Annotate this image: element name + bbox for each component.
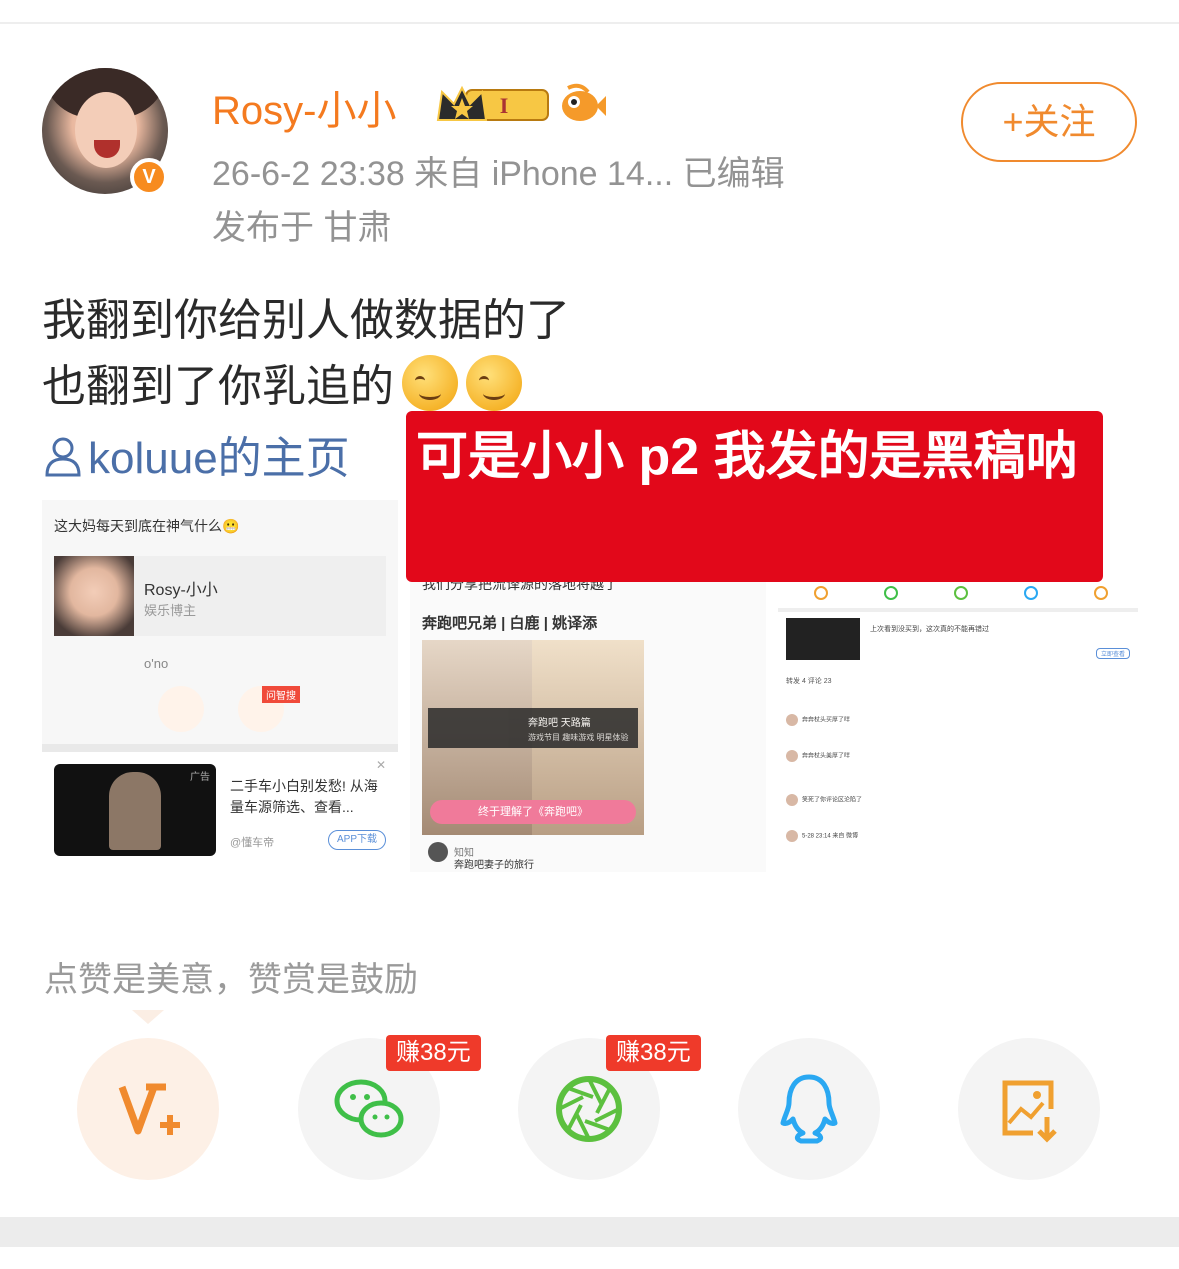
earn-badge-wechat: 赚38元: [386, 1035, 481, 1071]
image2-show-title: 奔跑吧兄弟 | 白鹿 | 姚译添: [422, 615, 598, 632]
image2-bar-title: 奔跑吧 天路篇: [528, 718, 591, 729]
verified-badge-icon: V: [130, 158, 168, 196]
post-content-line2: 也翻到了你乳追的: [42, 350, 522, 414]
image2-article-title: 奔跑吧妻子的旅行: [454, 860, 534, 871]
image1-ad-video: 广告: [54, 764, 216, 856]
member-crown-icon: I: [436, 85, 549, 121]
image1-divider: [42, 744, 398, 752]
vplus-share-button[interactable]: [77, 1038, 219, 1180]
follow-button[interactable]: +关注: [961, 82, 1137, 162]
image3-comment: 笑死了你评论区沦陷了: [786, 794, 862, 806]
moments-icon: [556, 1076, 622, 1142]
image1-ono: o'no: [144, 656, 169, 671]
post-content-line1: 我翻到你给别人做数据的了: [42, 296, 570, 345]
image3-separator: [778, 608, 1138, 612]
smile-emoji-icon: [466, 355, 522, 411]
bottom-divider-bar: [0, 1217, 1179, 1247]
image1-badge: 问智搜: [262, 686, 300, 703]
image3-video: [786, 618, 860, 660]
image3-comment: 奔奔杖头买厚了咩: [786, 714, 850, 726]
image1-ad-text: 二手车小白别发愁! 从海量车源筛选、查看...: [230, 778, 378, 815]
image1-ad-close-icon: ✕: [376, 758, 387, 772]
post-location: 发布于 甘肃: [212, 209, 392, 247]
reward-hint: 点赞是美意，赞赏是鼓励: [44, 961, 418, 999]
wechat-icon: [334, 1079, 404, 1138]
qq-icon: [780, 1074, 838, 1144]
image1-name: Rosy-小小: [144, 582, 218, 599]
post-content-text: 也翻到了你乳追的: [42, 362, 394, 411]
save-image-button[interactable]: [958, 1038, 1100, 1180]
vplus-icon: [118, 1083, 180, 1135]
image1-ad: 广告 二手车小白别发愁! 从海量车源筛选、查看... @懂车帝 APP下载 ✕: [42, 752, 398, 872]
image1-user-card: Rosy-小小 娱乐博主: [54, 556, 386, 636]
image1-ad-button: APP下载: [328, 830, 386, 850]
image1-ad-tag: 广告: [190, 772, 210, 783]
image2-sub-banner: 终于理解了《奔跑吧》: [430, 800, 636, 824]
image3-icons-row: [778, 582, 1138, 606]
image2-poster: 奔跑吧 天路篇 游戏节目 趣味游戏 明星体验 终于理解了《奔跑吧》: [422, 640, 644, 835]
image1-avatar: [54, 556, 134, 636]
image1-sub: 娱乐博主: [144, 603, 197, 618]
image3-tabs: 转发 4 评论 23: [786, 678, 832, 685]
image2-avatar: [428, 842, 448, 862]
profile-link[interactable]: koluue的主页: [44, 422, 350, 486]
image3-comment: 奔奔杖头美厚了咩: [786, 750, 850, 762]
svg-text:I: I: [500, 93, 509, 118]
red-overlay-caption: 可是小小 p2 我发的是黑稿呐: [406, 411, 1103, 582]
image1-ad-source: @懂车帝: [230, 837, 275, 849]
fish-badge-icon: [562, 83, 606, 121]
earn-badge-moments: 赚38元: [606, 1035, 701, 1071]
image3-comment: 5-28 23:14 来自 微博: [786, 830, 858, 842]
person-icon: [45, 437, 81, 477]
image1-title: 这大妈每天到底在神气什么😬: [54, 518, 240, 534]
post-image-1[interactable]: 这大妈每天到底在神气什么😬 Rosy-小小 娱乐博主 o'no 问智搜 广告 二…: [42, 500, 398, 872]
smile-emoji-icon: [402, 355, 458, 411]
pointer-arrow: [132, 1010, 164, 1024]
qq-share-button[interactable]: [738, 1038, 880, 1180]
image3-text: 上次看到没买到，这次真的不能再错过: [870, 626, 989, 633]
post-meta: 26-6-2 23:38 来自 iPhone 14... 已编辑: [212, 155, 785, 193]
image3-button: 立即查看: [1095, 648, 1130, 659]
save-image-icon: [1002, 1080, 1057, 1143]
username[interactable]: Rosy-小小: [212, 78, 396, 136]
profile-link-text: koluue的主页: [88, 434, 350, 483]
image2-info-bar: 奔跑吧 天路篇 游戏节目 趣味游戏 明星体验: [428, 708, 638, 748]
image2-bar-tags: 游戏节目 趣味游戏 明星体验: [528, 733, 629, 742]
top-divider: [0, 22, 1179, 24]
image1-vplus-icon: [158, 686, 204, 732]
